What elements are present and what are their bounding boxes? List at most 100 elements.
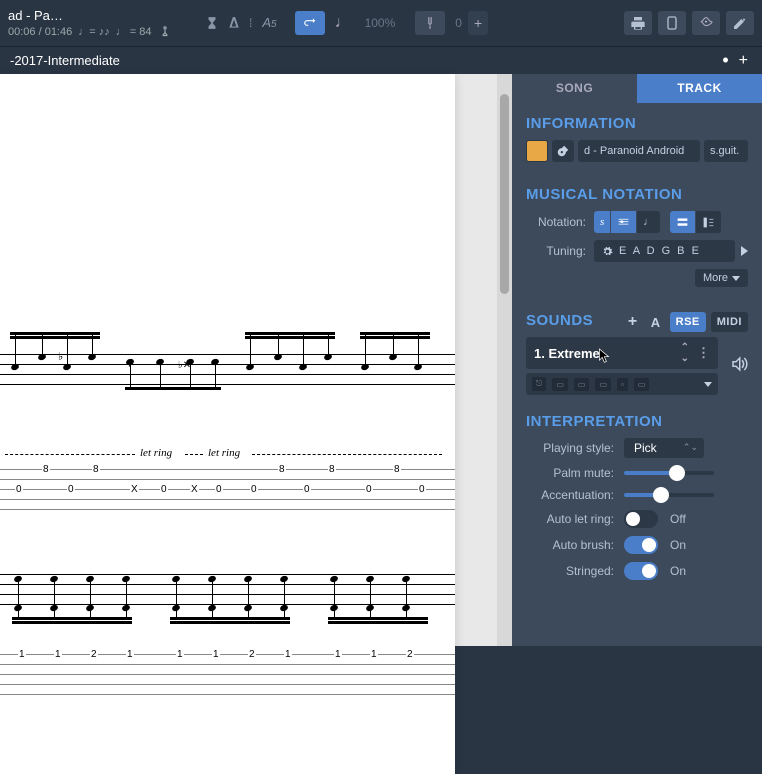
single-view-button[interactable]: [696, 211, 721, 233]
annotation-let-ring-2: let ring: [208, 447, 240, 459]
tab-fret-number[interactable]: 1: [18, 649, 26, 660]
accentuation-slider[interactable]: [624, 493, 714, 497]
rse-button[interactable]: RSE: [670, 312, 706, 332]
note-value-icon[interactable]: ♩: [335, 14, 351, 32]
playing-style-select[interactable]: Pick ⌃⌄: [624, 438, 704, 458]
instrument-short-field[interactable]: s.guit.: [704, 140, 748, 162]
stringed-toggle[interactable]: [624, 562, 658, 580]
notation-slash-button[interactable]: s: [594, 211, 611, 233]
add-tab-button[interactable]: +: [735, 52, 752, 70]
metronome-icon[interactable]: [227, 16, 241, 30]
add-sound-button[interactable]: +: [624, 312, 642, 332]
fretboard-button[interactable]: [658, 11, 686, 35]
notation-standard-button[interactable]: [611, 211, 637, 233]
tab-fret-number[interactable]: 0: [303, 484, 311, 495]
scrollbar-thumb[interactable]: [500, 94, 509, 294]
tuning-label: Tuning:: [526, 244, 586, 258]
toolbar-small-icons: ⁞: [205, 16, 252, 30]
palm-mute-slider[interactable]: [624, 471, 714, 475]
fx-chip-4[interactable]: ▭: [595, 378, 611, 391]
midi-button[interactable]: MIDI: [711, 312, 748, 332]
tab-fret-number[interactable]: 1: [370, 649, 378, 660]
top-toolbar: ad - Pa… 00:06 / 01:46 ♩= ♪♪ ♩ = 84 ⁞ A5…: [0, 0, 762, 46]
speaker-button[interactable]: [692, 11, 720, 35]
tuning-field[interactable]: E A D G B E: [594, 240, 735, 262]
stringed-state: On: [670, 564, 686, 578]
tab-song[interactable]: SONG: [512, 74, 637, 103]
tab-menu-icon[interactable]: •: [716, 50, 734, 71]
hourglass-icon[interactable]: [205, 16, 219, 30]
notation-type-segment: s ♩: [594, 211, 660, 233]
tab-fret-number[interactable]: 8: [42, 464, 50, 475]
track-name-field[interactable]: d - Paranoid Android: [578, 140, 700, 162]
tab-fret-number[interactable]: 1: [212, 649, 220, 660]
tab-fret-number[interactable]: 8: [393, 464, 401, 475]
tab-fret-number[interactable]: 8: [328, 464, 336, 475]
sound-menu-icon[interactable]: ⋮: [697, 345, 710, 361]
tab-fret-number[interactable]: 2: [406, 649, 414, 660]
sound-auto-button[interactable]: A: [647, 312, 665, 332]
document-titlebar: -2017-Intermediate • +: [0, 46, 762, 74]
tab-fret-number[interactable]: 0: [67, 484, 75, 495]
track-color-chip[interactable]: [526, 140, 548, 162]
fx-chip-3[interactable]: ▭: [574, 378, 590, 391]
notation-rhythm-button[interactable]: ♩: [637, 211, 660, 233]
zoom-level[interactable]: 100%: [365, 16, 396, 30]
fret-offset[interactable]: 0: [455, 16, 462, 30]
more-button[interactable]: More: [695, 269, 748, 287]
tab-staff-1[interactable]: 0808X0X00808080: [0, 469, 455, 529]
notation-view-segment: [670, 211, 721, 233]
palm-mute-label: Palm mute:: [526, 466, 614, 480]
tuning-play-button[interactable]: [741, 246, 748, 256]
fx-chip-6[interactable]: ▭: [634, 378, 650, 391]
updown-icon: ⌃⌄: [683, 442, 698, 453]
multitrack-view-button[interactable]: [670, 211, 696, 233]
sound-speaker-button[interactable]: [730, 355, 748, 378]
effects-chain[interactable]: ⎋ ▭ ▭ ▭ ▫ ▭: [526, 373, 718, 395]
transport-info: 00:06 / 01:46 ♩= ♪♪ ♩ = 84: [8, 25, 193, 39]
vertical-scrollbar[interactable]: [497, 74, 512, 646]
print-button[interactable]: [624, 11, 652, 35]
chevron-down-icon: [732, 276, 740, 281]
fx-chip-2[interactable]: ▭: [552, 378, 568, 391]
tab-fret-number[interactable]: X: [130, 484, 139, 495]
increment-button[interactable]: +: [468, 11, 488, 35]
edit-pen-button[interactable]: [726, 11, 754, 35]
fx-chip-1[interactable]: ⎋: [532, 377, 546, 391]
stringed-label: Stringed:: [526, 564, 614, 578]
auto-letring-label: Auto let ring:: [526, 512, 614, 526]
tab-fret-number[interactable]: 0: [365, 484, 373, 495]
effects-expand-icon[interactable]: [704, 382, 712, 387]
auto-brush-toggle[interactable]: [624, 536, 658, 554]
guitar-icon: [556, 144, 570, 158]
text-style-button[interactable]: A5: [262, 15, 276, 31]
tab-fret-number[interactable]: X: [190, 484, 199, 495]
tab-fret-number[interactable]: 1: [126, 649, 134, 660]
tab-fret-number[interactable]: 0: [160, 484, 168, 495]
tab-fret-number[interactable]: 8: [92, 464, 100, 475]
tab-track[interactable]: TRACK: [637, 74, 762, 103]
fx-chip-5[interactable]: ▫: [617, 378, 628, 391]
tab-fret-number[interactable]: 1: [176, 649, 184, 660]
tab-fret-number[interactable]: 8: [278, 464, 286, 475]
tab-fret-number[interactable]: 0: [215, 484, 223, 495]
score-sheet[interactable]: ♭ ✕ ♭✕: [0, 74, 455, 774]
section-sounds-title: SOUNDS + A RSE MIDI: [526, 312, 748, 329]
auto-letring-toggle[interactable]: [624, 510, 658, 528]
tab-staff-2[interactable]: 11211121112: [0, 654, 455, 714]
tuning-fork-button[interactable]: [415, 11, 445, 35]
loop-button[interactable]: [295, 11, 325, 35]
tab-fret-number[interactable]: 2: [90, 649, 98, 660]
tab-fret-number[interactable]: 0: [15, 484, 23, 495]
gear-icon: [602, 246, 613, 257]
tab-fret-number[interactable]: 2: [248, 649, 256, 660]
toolbar-dots-icon[interactable]: ⁞: [249, 16, 252, 30]
instrument-icon-chip[interactable]: [552, 140, 574, 162]
tab-fret-number[interactable]: 1: [334, 649, 342, 660]
tab-fret-number[interactable]: 1: [54, 649, 62, 660]
tab-fret-number[interactable]: 0: [418, 484, 426, 495]
tab-fret-number[interactable]: 1: [284, 649, 292, 660]
auto-letring-state: Off: [670, 512, 686, 526]
tab-fret-number[interactable]: 0: [250, 484, 258, 495]
sound-preset-select[interactable]: 1. Extreme ⌃⌄ ⋮: [526, 337, 718, 369]
